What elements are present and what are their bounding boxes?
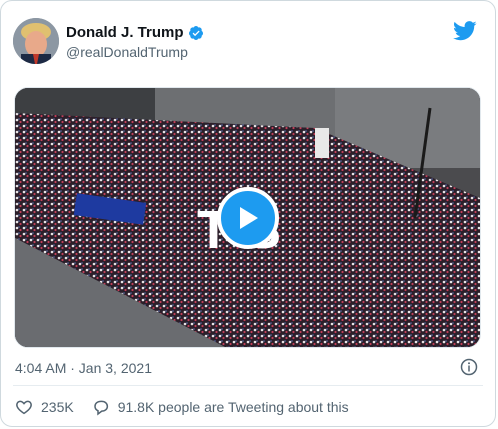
tweet-actions: 235K 91.8K people are Tweeting about thi… [15,398,367,416]
conversation-text: 91.8K people are Tweeting about this [117,399,349,415]
author-name[interactable]: Donald J. Trump [66,24,184,41]
video-player[interactable]: T S [14,87,481,348]
tweet-card: Donald J. Trump @realDonaldTrump T 4:04 … [0,0,496,427]
tweet-timestamp[interactable]: 4:04 AM · Jan 3, 2021 [15,360,152,376]
like-action[interactable]: 235K [15,398,74,416]
reply-action[interactable]: 91.8K people are Tweeting about this [92,398,349,416]
author-name-row[interactable]: Donald J. Trump [66,24,204,41]
twitter-bird-icon[interactable] [453,21,477,41]
verified-badge-icon [188,25,203,40]
play-button[interactable] [216,186,279,249]
divider [13,385,483,386]
like-count: 235K [41,399,74,415]
play-icon [239,206,258,229]
comment-icon [93,400,108,416]
avatar[interactable] [13,18,59,64]
heart-icon [16,400,32,415]
info-icon[interactable] [460,358,478,376]
author-handle[interactable]: @realDonaldTrump [66,44,188,60]
